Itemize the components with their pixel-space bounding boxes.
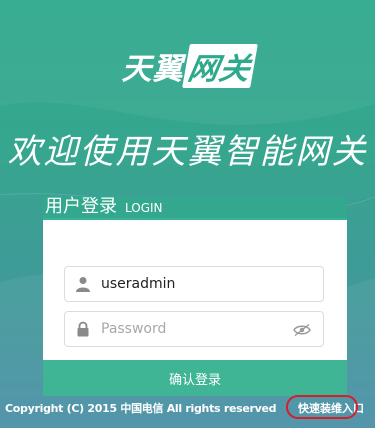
highlight-circle xyxy=(286,395,358,419)
password-input[interactable] xyxy=(101,321,281,337)
user-icon xyxy=(65,276,101,292)
welcome-headline: 欢迎使用天翼智能网关 xyxy=(7,132,368,172)
login-button[interactable]: 确认登录 xyxy=(43,360,347,396)
password-field[interactable] xyxy=(64,311,324,347)
logo-main-text: 天翼 xyxy=(121,52,184,87)
username-input[interactable] xyxy=(101,276,281,292)
login-panel: 用户登录 LOGIN useradmin 确认登录 xyxy=(43,196,347,398)
eye-slash-icon[interactable] xyxy=(293,322,311,341)
brand-logo: 天翼网关 xyxy=(0,44,375,88)
username-field[interactable] xyxy=(64,266,324,302)
login-form xyxy=(43,220,347,360)
login-title-zh: 用户登录 xyxy=(45,196,117,217)
quick-maintenance-link[interactable]: 快速装维入口 xyxy=(286,395,372,419)
login-title-en: LOGIN xyxy=(125,201,163,215)
copyright-text: Copyright (C) 2015 中国电信 All rights reser… xyxy=(5,402,277,415)
logo-accent-text: 网关 xyxy=(181,44,258,88)
lock-icon xyxy=(65,321,101,337)
login-panel-header: 用户登录 LOGIN xyxy=(43,196,347,220)
